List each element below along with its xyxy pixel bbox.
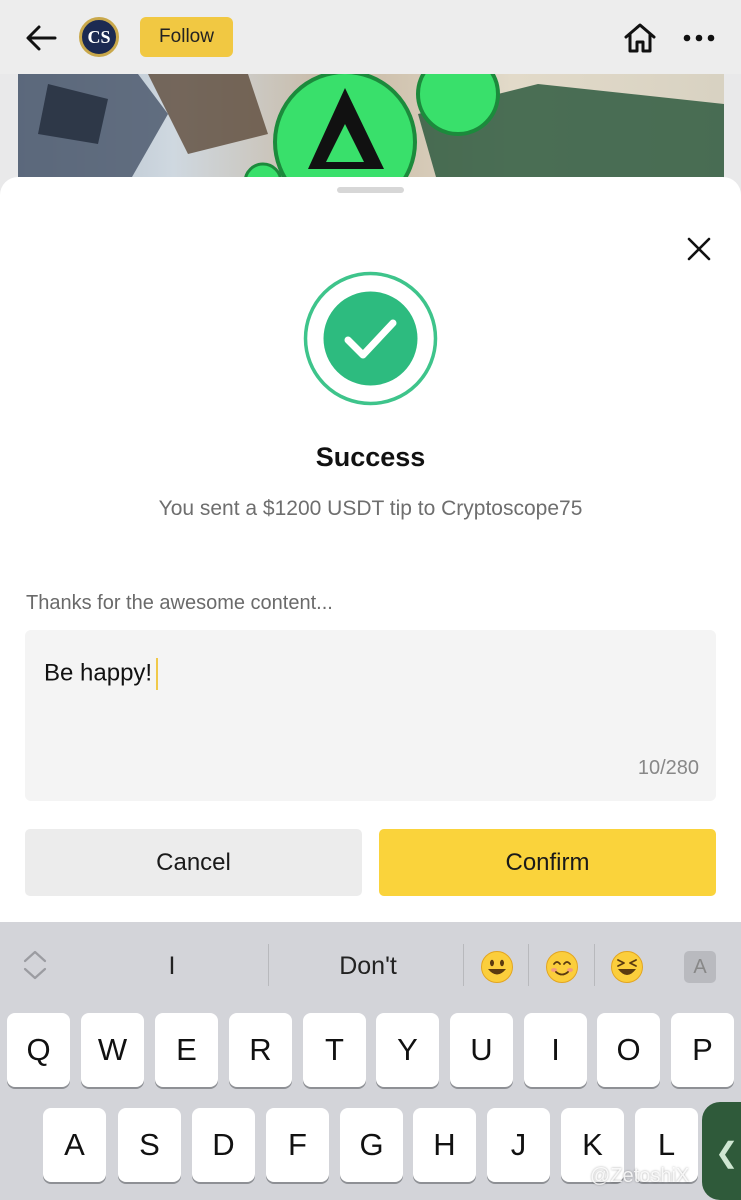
key-j[interactable]: J [487,1108,550,1182]
suggestion-bar: I Don't A [0,922,741,1010]
smiling-face-emoji[interactable] [545,950,579,984]
key-f[interactable]: F [266,1108,329,1182]
close-icon[interactable] [683,233,715,265]
key-i[interactable]: I [524,1013,587,1087]
message-prompt: Thanks for the awesome content... [26,592,333,614]
chevron-left-icon: ❮ [715,1137,739,1168]
suggestion-divider [463,944,464,986]
key-p[interactable]: P [671,1013,734,1087]
success-check-icon [303,271,438,406]
avatar[interactable]: CS [79,17,119,57]
sheet-grabber[interactable] [337,187,404,193]
laughing-emoji[interactable] [610,950,644,984]
suggestion-divider [528,944,529,986]
key-q[interactable]: Q [7,1013,70,1087]
tip-success-screen: CS Follow Success You sent a $1200 USDT … [0,0,741,1200]
character-count: 10/280 [637,757,699,779]
confirm-button[interactable]: Confirm [379,829,716,896]
watermark: @ZetoshiX [590,1165,690,1187]
edge-swipe-handle[interactable]: ❮ [702,1102,741,1200]
key-o[interactable]: O [597,1013,660,1087]
key-w[interactable]: W [81,1013,144,1087]
key-u[interactable]: U [450,1013,513,1087]
suggestion-divider [268,944,269,986]
key-d[interactable]: D [192,1108,255,1182]
tip-success-sheet: Success You sent a $1200 USDT tip to Cry… [0,177,741,922]
key-t[interactable]: T [303,1013,366,1087]
message-input-value[interactable]: Be happy! [44,659,152,686]
back-arrow-icon[interactable] [24,22,58,54]
key-g[interactable]: G [340,1108,403,1182]
suggestion-1[interactable]: I [160,952,184,981]
key-r[interactable]: R [229,1013,292,1087]
smiley-emoji[interactable] [480,950,514,984]
success-title: Success [315,442,426,472]
text-cursor [156,658,159,690]
keyboard-toggle-chevrons-icon[interactable] [20,947,50,983]
more-options-icon[interactable] [682,28,716,48]
home-icon[interactable] [622,20,658,56]
key-a[interactable]: A [43,1108,106,1182]
success-message: You sent a $1200 USDT tip to Cryptoscope… [158,497,583,520]
cancel-button[interactable]: Cancel [25,829,362,896]
text-format-icon[interactable]: A [684,951,716,983]
post-image [18,74,724,184]
message-input-row[interactable]: Be happy! [44,658,159,690]
top-bar: CS Follow [0,0,741,74]
suggestion-2[interactable]: Don't [320,952,416,981]
suggestion-divider [594,944,595,986]
follow-button[interactable]: Follow [140,17,233,57]
message-input[interactable]: Be happy! 10/280 [25,630,716,801]
key-y[interactable]: Y [376,1013,439,1087]
keyboard: I Don't A Q W E R T Y U I O P A S D F G … [0,922,741,1200]
key-h[interactable]: H [413,1108,476,1182]
key-e[interactable]: E [155,1013,218,1087]
key-s[interactable]: S [118,1108,181,1182]
